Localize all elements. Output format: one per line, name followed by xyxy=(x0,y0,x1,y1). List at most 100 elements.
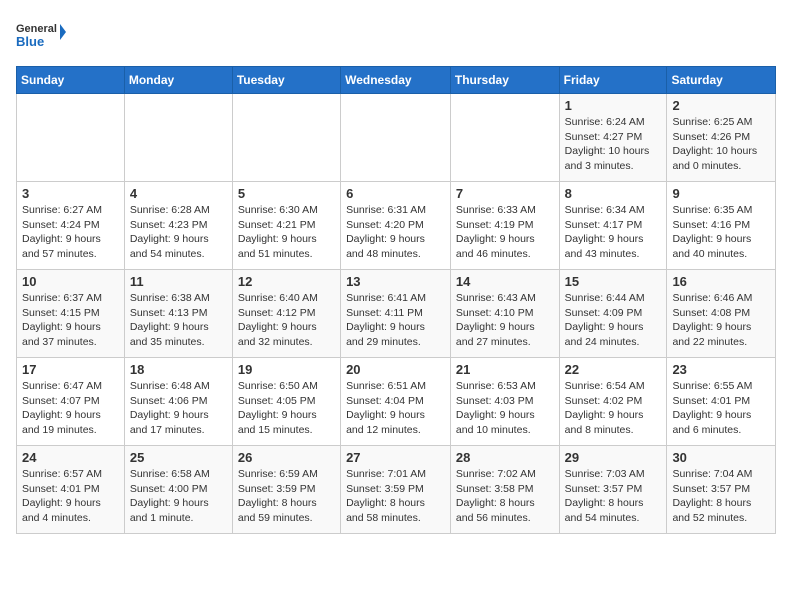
day-cell: 20 Sunrise: 6:51 AM Sunset: 4:04 PM Dayli… xyxy=(341,358,451,446)
day-number: 12 xyxy=(238,274,335,289)
day-cell: 12 Sunrise: 6:40 AM Sunset: 4:12 PM Dayli… xyxy=(232,270,340,358)
day-info: Sunrise: 6:51 AM Sunset: 4:04 PM Dayligh… xyxy=(346,379,445,438)
day-cell: 27Sunrise: 7:01 AM Sunset: 3:59 PM Dayli… xyxy=(341,446,451,534)
weekday-header-thursday: Thursday xyxy=(450,67,559,94)
day-info: Sunrise: 6:54 AM Sunset: 4:02 PM Dayligh… xyxy=(565,379,662,438)
day-cell: 18 Sunrise: 6:48 AM Sunset: 4:06 PM Dayli… xyxy=(124,358,232,446)
logo-svg: General Blue xyxy=(16,16,66,58)
day-number: 8 xyxy=(565,186,662,201)
day-cell: 11 Sunrise: 6:38 AM Sunset: 4:13 PM Dayli… xyxy=(124,270,232,358)
day-info: Sunrise: 6:30 AM Sunset: 4:21 PM Dayligh… xyxy=(238,203,335,262)
day-number: 14 xyxy=(456,274,554,289)
day-number: 18 xyxy=(130,362,227,377)
day-cell: 6 Sunrise: 6:31 AM Sunset: 4:20 PM Daylig… xyxy=(341,182,451,270)
week-row-4: 17 Sunrise: 6:47 AM Sunset: 4:07 PM Dayli… xyxy=(17,358,776,446)
day-cell: 24 Sunrise: 6:57 AM Sunset: 4:01 PM Dayli… xyxy=(17,446,125,534)
day-number: 30 xyxy=(672,450,770,465)
day-cell: 30 Sunrise: 7:04 AM Sunset: 3:57 PM Dayli… xyxy=(667,446,776,534)
day-info: Sunrise: 6:50 AM Sunset: 4:05 PM Dayligh… xyxy=(238,379,335,438)
day-number: 1 xyxy=(565,98,662,113)
day-cell: 26Sunrise: 6:59 AM Sunset: 3:59 PM Dayli… xyxy=(232,446,340,534)
day-number: 27 xyxy=(346,450,445,465)
calendar-table: SundayMondayTuesdayWednesdayThursdayFrid… xyxy=(16,66,776,534)
day-info: Sunrise: 6:46 AM Sunset: 4:08 PM Dayligh… xyxy=(672,291,770,350)
day-cell: 23 Sunrise: 6:55 AM Sunset: 4:01 PM Dayli… xyxy=(667,358,776,446)
day-info: Sunrise: 6:48 AM Sunset: 4:06 PM Dayligh… xyxy=(130,379,227,438)
day-cell xyxy=(341,94,451,182)
day-info: Sunrise: 6:25 AM Sunset: 4:26 PM Dayligh… xyxy=(672,115,770,174)
day-cell: 5 Sunrise: 6:30 AM Sunset: 4:21 PM Daylig… xyxy=(232,182,340,270)
day-number: 24 xyxy=(22,450,119,465)
weekday-header-friday: Friday xyxy=(559,67,667,94)
day-number: 20 xyxy=(346,362,445,377)
weekday-header-wednesday: Wednesday xyxy=(341,67,451,94)
day-info: Sunrise: 6:33 AM Sunset: 4:19 PM Dayligh… xyxy=(456,203,554,262)
day-info: Sunrise: 6:47 AM Sunset: 4:07 PM Dayligh… xyxy=(22,379,119,438)
weekday-header-monday: Monday xyxy=(124,67,232,94)
day-number: 6 xyxy=(346,186,445,201)
day-cell: 29Sunrise: 7:03 AM Sunset: 3:57 PM Dayli… xyxy=(559,446,667,534)
day-cell xyxy=(124,94,232,182)
day-number: 11 xyxy=(130,274,227,289)
day-info: Sunrise: 6:38 AM Sunset: 4:13 PM Dayligh… xyxy=(130,291,227,350)
day-info: Sunrise: 6:58 AM Sunset: 4:00 PM Dayligh… xyxy=(130,467,227,526)
day-cell: 28 Sunrise: 7:02 AM Sunset: 3:58 PM Dayli… xyxy=(450,446,559,534)
day-cell: 13 Sunrise: 6:41 AM Sunset: 4:11 PM Dayli… xyxy=(341,270,451,358)
day-info: Sunrise: 6:31 AM Sunset: 4:20 PM Dayligh… xyxy=(346,203,445,262)
day-number: 15 xyxy=(565,274,662,289)
day-info: Sunrise: 6:44 AM Sunset: 4:09 PM Dayligh… xyxy=(565,291,662,350)
page-header: General Blue xyxy=(16,16,776,58)
day-info: Sunrise: 6:37 AM Sunset: 4:15 PM Dayligh… xyxy=(22,291,119,350)
day-info: Sunrise: 7:03 AM Sunset: 3:57 PM Dayligh… xyxy=(565,467,662,526)
day-number: 4 xyxy=(130,186,227,201)
weekday-header-saturday: Saturday xyxy=(667,67,776,94)
day-number: 10 xyxy=(22,274,119,289)
day-cell: 8 Sunrise: 6:34 AM Sunset: 4:17 PM Daylig… xyxy=(559,182,667,270)
day-number: 2 xyxy=(672,98,770,113)
day-cell xyxy=(450,94,559,182)
day-cell: 22 Sunrise: 6:54 AM Sunset: 4:02 PM Dayli… xyxy=(559,358,667,446)
day-number: 3 xyxy=(22,186,119,201)
day-number: 17 xyxy=(22,362,119,377)
day-info: Sunrise: 7:02 AM Sunset: 3:58 PM Dayligh… xyxy=(456,467,554,526)
day-number: 5 xyxy=(238,186,335,201)
day-number: 28 xyxy=(456,450,554,465)
day-info: Sunrise: 6:27 AM Sunset: 4:24 PM Dayligh… xyxy=(22,203,119,262)
day-cell: 14 Sunrise: 6:43 AM Sunset: 4:10 PM Dayli… xyxy=(450,270,559,358)
day-info: Sunrise: 6:24 AM Sunset: 4:27 PM Dayligh… xyxy=(565,115,662,174)
day-number: 9 xyxy=(672,186,770,201)
day-cell: 15 Sunrise: 6:44 AM Sunset: 4:09 PM Dayli… xyxy=(559,270,667,358)
week-row-5: 24 Sunrise: 6:57 AM Sunset: 4:01 PM Dayli… xyxy=(17,446,776,534)
day-info: Sunrise: 6:40 AM Sunset: 4:12 PM Dayligh… xyxy=(238,291,335,350)
week-row-2: 3 Sunrise: 6:27 AM Sunset: 4:24 PM Daylig… xyxy=(17,182,776,270)
day-number: 16 xyxy=(672,274,770,289)
day-cell: 25 Sunrise: 6:58 AM Sunset: 4:00 PM Dayli… xyxy=(124,446,232,534)
day-cell: 3 Sunrise: 6:27 AM Sunset: 4:24 PM Daylig… xyxy=(17,182,125,270)
day-info: Sunrise: 7:04 AM Sunset: 3:57 PM Dayligh… xyxy=(672,467,770,526)
day-cell: 4Sunrise: 6:28 AM Sunset: 4:23 PM Daylig… xyxy=(124,182,232,270)
day-info: Sunrise: 6:55 AM Sunset: 4:01 PM Dayligh… xyxy=(672,379,770,438)
day-cell xyxy=(232,94,340,182)
weekday-header-tuesday: Tuesday xyxy=(232,67,340,94)
day-info: Sunrise: 6:41 AM Sunset: 4:11 PM Dayligh… xyxy=(346,291,445,350)
weekday-header-row: SundayMondayTuesdayWednesdayThursdayFrid… xyxy=(17,67,776,94)
day-info: Sunrise: 6:43 AM Sunset: 4:10 PM Dayligh… xyxy=(456,291,554,350)
day-number: 23 xyxy=(672,362,770,377)
week-row-1: 1 Sunrise: 6:24 AM Sunset: 4:27 PM Daylig… xyxy=(17,94,776,182)
day-cell: 2 Sunrise: 6:25 AM Sunset: 4:26 PM Daylig… xyxy=(667,94,776,182)
logo: General Blue xyxy=(16,16,66,58)
day-cell: 19 Sunrise: 6:50 AM Sunset: 4:05 PM Dayli… xyxy=(232,358,340,446)
day-info: Sunrise: 6:35 AM Sunset: 4:16 PM Dayligh… xyxy=(672,203,770,262)
day-number: 22 xyxy=(565,362,662,377)
day-cell: 17 Sunrise: 6:47 AM Sunset: 4:07 PM Dayli… xyxy=(17,358,125,446)
day-cell xyxy=(17,94,125,182)
day-number: 13 xyxy=(346,274,445,289)
day-number: 25 xyxy=(130,450,227,465)
day-cell: 7 Sunrise: 6:33 AM Sunset: 4:19 PM Daylig… xyxy=(450,182,559,270)
day-cell: 9 Sunrise: 6:35 AM Sunset: 4:16 PM Daylig… xyxy=(667,182,776,270)
day-number: 19 xyxy=(238,362,335,377)
day-info: Sunrise: 6:57 AM Sunset: 4:01 PM Dayligh… xyxy=(22,467,119,526)
day-cell: 21Sunrise: 6:53 AM Sunset: 4:03 PM Dayli… xyxy=(450,358,559,446)
day-number: 7 xyxy=(456,186,554,201)
day-info: Sunrise: 6:34 AM Sunset: 4:17 PM Dayligh… xyxy=(565,203,662,262)
